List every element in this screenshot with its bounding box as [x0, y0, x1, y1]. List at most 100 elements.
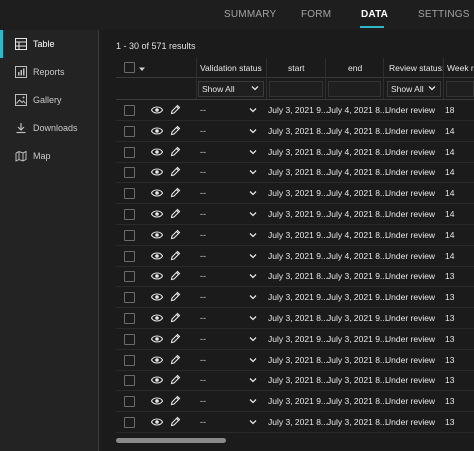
pencil-icon[interactable]: [170, 270, 181, 283]
review-status-value: Under review: [385, 271, 436, 282]
pencil-icon[interactable]: [170, 291, 181, 304]
column-header-validation-status[interactable]: Validation status: [200, 63, 262, 73]
start-value: July 3, 2021 9...: [268, 292, 329, 303]
end-value: July 4, 2021 8...: [327, 188, 388, 199]
chevron-down-icon[interactable]: [249, 314, 257, 324]
sidebar-item-gallery[interactable]: Gallery: [0, 86, 99, 114]
sidebar-item-downloads[interactable]: Downloads: [0, 114, 99, 142]
pencil-icon[interactable]: [170, 312, 181, 325]
chevron-down-icon[interactable]: [249, 335, 257, 345]
sidebar-item-reports[interactable]: Reports: [0, 58, 99, 86]
pencil-icon[interactable]: [170, 166, 181, 179]
pencil-icon[interactable]: [170, 250, 181, 263]
row-checkbox[interactable]: [124, 229, 135, 241]
pencil-icon[interactable]: [170, 229, 181, 242]
chevron-down-icon[interactable]: [249, 106, 257, 116]
chevron-down-icon[interactable]: [249, 189, 257, 199]
eye-icon[interactable]: [150, 292, 164, 304]
column-header-week-no[interactable]: Week no: [447, 63, 474, 73]
table-row: -- July 3, 2021 9... July 4, 2021 8... U…: [116, 100, 474, 121]
tab-summary[interactable]: SUMMARY: [224, 9, 276, 20]
pencil-icon[interactable]: [170, 104, 181, 117]
pencil-icon[interactable]: [170, 333, 181, 346]
horizontal-scrollbar-thumb[interactable]: [116, 438, 226, 443]
row-checkbox[interactable]: [124, 146, 135, 158]
row-checkbox[interactable]: [124, 292, 135, 304]
pencil-icon[interactable]: [170, 187, 181, 200]
table-row: -- July 3, 2021 9... July 3, 2021 8... U…: [116, 391, 474, 413]
eye-icon[interactable]: [150, 355, 164, 367]
chevron-down-icon[interactable]: [249, 168, 257, 178]
row-checkbox[interactable]: [124, 417, 135, 428]
row-checkbox[interactable]: [124, 354, 135, 366]
review-status-filter[interactable]: Show All: [387, 81, 441, 97]
row-checkbox[interactable]: [124, 250, 135, 262]
table-row: -- July 3, 2021 8... July 3, 2021 8... U…: [116, 370, 474, 392]
eye-icon[interactable]: [150, 147, 164, 159]
eye-icon[interactable]: [150, 375, 164, 387]
chevron-down-icon[interactable]: [249, 293, 257, 303]
chevron-down-icon[interactable]: [249, 376, 257, 386]
eye-icon[interactable]: [150, 271, 164, 283]
chevron-down-icon[interactable]: [249, 210, 257, 220]
row-checkbox[interactable]: [124, 188, 135, 200]
pencil-icon[interactable]: [170, 374, 181, 387]
start-filter-input[interactable]: [269, 81, 323, 97]
week-filter-input[interactable]: [446, 81, 474, 97]
tab-form[interactable]: FORM: [301, 9, 331, 20]
tab-settings[interactable]: SETTINGS: [418, 9, 470, 20]
chevron-down-icon[interactable]: [249, 148, 257, 158]
chevron-down-icon[interactable]: [249, 418, 257, 428]
eye-icon[interactable]: [150, 417, 164, 429]
eye-icon[interactable]: [150, 396, 164, 408]
row-checkbox[interactable]: [124, 271, 135, 283]
eye-icon[interactable]: [150, 209, 164, 221]
end-value: July 4, 2021 8...: [327, 250, 388, 261]
tab-data[interactable]: DATA: [361, 9, 388, 20]
eye-icon[interactable]: [150, 167, 164, 179]
chevron-down-icon[interactable]: [249, 397, 257, 407]
chevron-down-icon[interactable]: [249, 231, 257, 241]
sidebar-item-label: Reports: [33, 67, 65, 77]
row-checkbox[interactable]: [124, 333, 135, 345]
validation-status-value: --: [200, 250, 206, 261]
end-value: July 4, 2021 8...: [327, 167, 388, 178]
eye-icon[interactable]: [150, 230, 164, 242]
eye-icon[interactable]: [150, 251, 164, 263]
pencil-icon[interactable]: [170, 354, 181, 367]
eye-icon[interactable]: [150, 105, 164, 117]
review-status-value: Under review: [385, 229, 436, 240]
row-checkbox[interactable]: [124, 105, 135, 116]
pencil-icon[interactable]: [170, 125, 181, 138]
select-all-dropdown-icon[interactable]: [139, 64, 145, 74]
sidebar-item-map[interactable]: Map: [0, 142, 99, 170]
eye-icon[interactable]: [150, 126, 164, 138]
table-row: -- July 3, 2021 9... July 4, 2021 8... U…: [116, 183, 474, 205]
column-header-review-status[interactable]: Review status:: [389, 63, 444, 73]
column-header-start[interactable]: start: [288, 63, 305, 73]
row-checkbox[interactable]: [124, 167, 135, 179]
pencil-icon[interactable]: [170, 416, 181, 429]
chevron-down-icon[interactable]: [249, 127, 257, 137]
row-checkbox[interactable]: [124, 396, 135, 408]
column-header-end[interactable]: end: [348, 63, 362, 73]
row-checkbox[interactable]: [124, 209, 135, 220]
end-filter-input[interactable]: [328, 81, 381, 97]
pencil-icon[interactable]: [170, 146, 181, 159]
select-all-checkbox[interactable]: [124, 62, 135, 73]
eye-icon[interactable]: [150, 313, 164, 325]
row-checkbox[interactable]: [124, 313, 135, 324]
sidebar-item-table[interactable]: Table: [0, 30, 99, 58]
eye-icon[interactable]: [150, 334, 164, 346]
chevron-down-icon[interactable]: [249, 272, 257, 282]
pencil-icon[interactable]: [170, 208, 181, 221]
chevron-down-icon[interactable]: [249, 252, 257, 262]
row-checkbox[interactable]: [124, 125, 135, 137]
pencil-icon[interactable]: [170, 395, 181, 408]
chevron-down-icon[interactable]: [249, 356, 257, 366]
start-value: July 3, 2021 8...: [268, 146, 329, 157]
eye-icon[interactable]: [150, 188, 164, 200]
validation-status-filter[interactable]: Show All: [198, 81, 264, 97]
week-no-value: 14: [445, 146, 455, 157]
row-checkbox[interactable]: [124, 375, 135, 387]
